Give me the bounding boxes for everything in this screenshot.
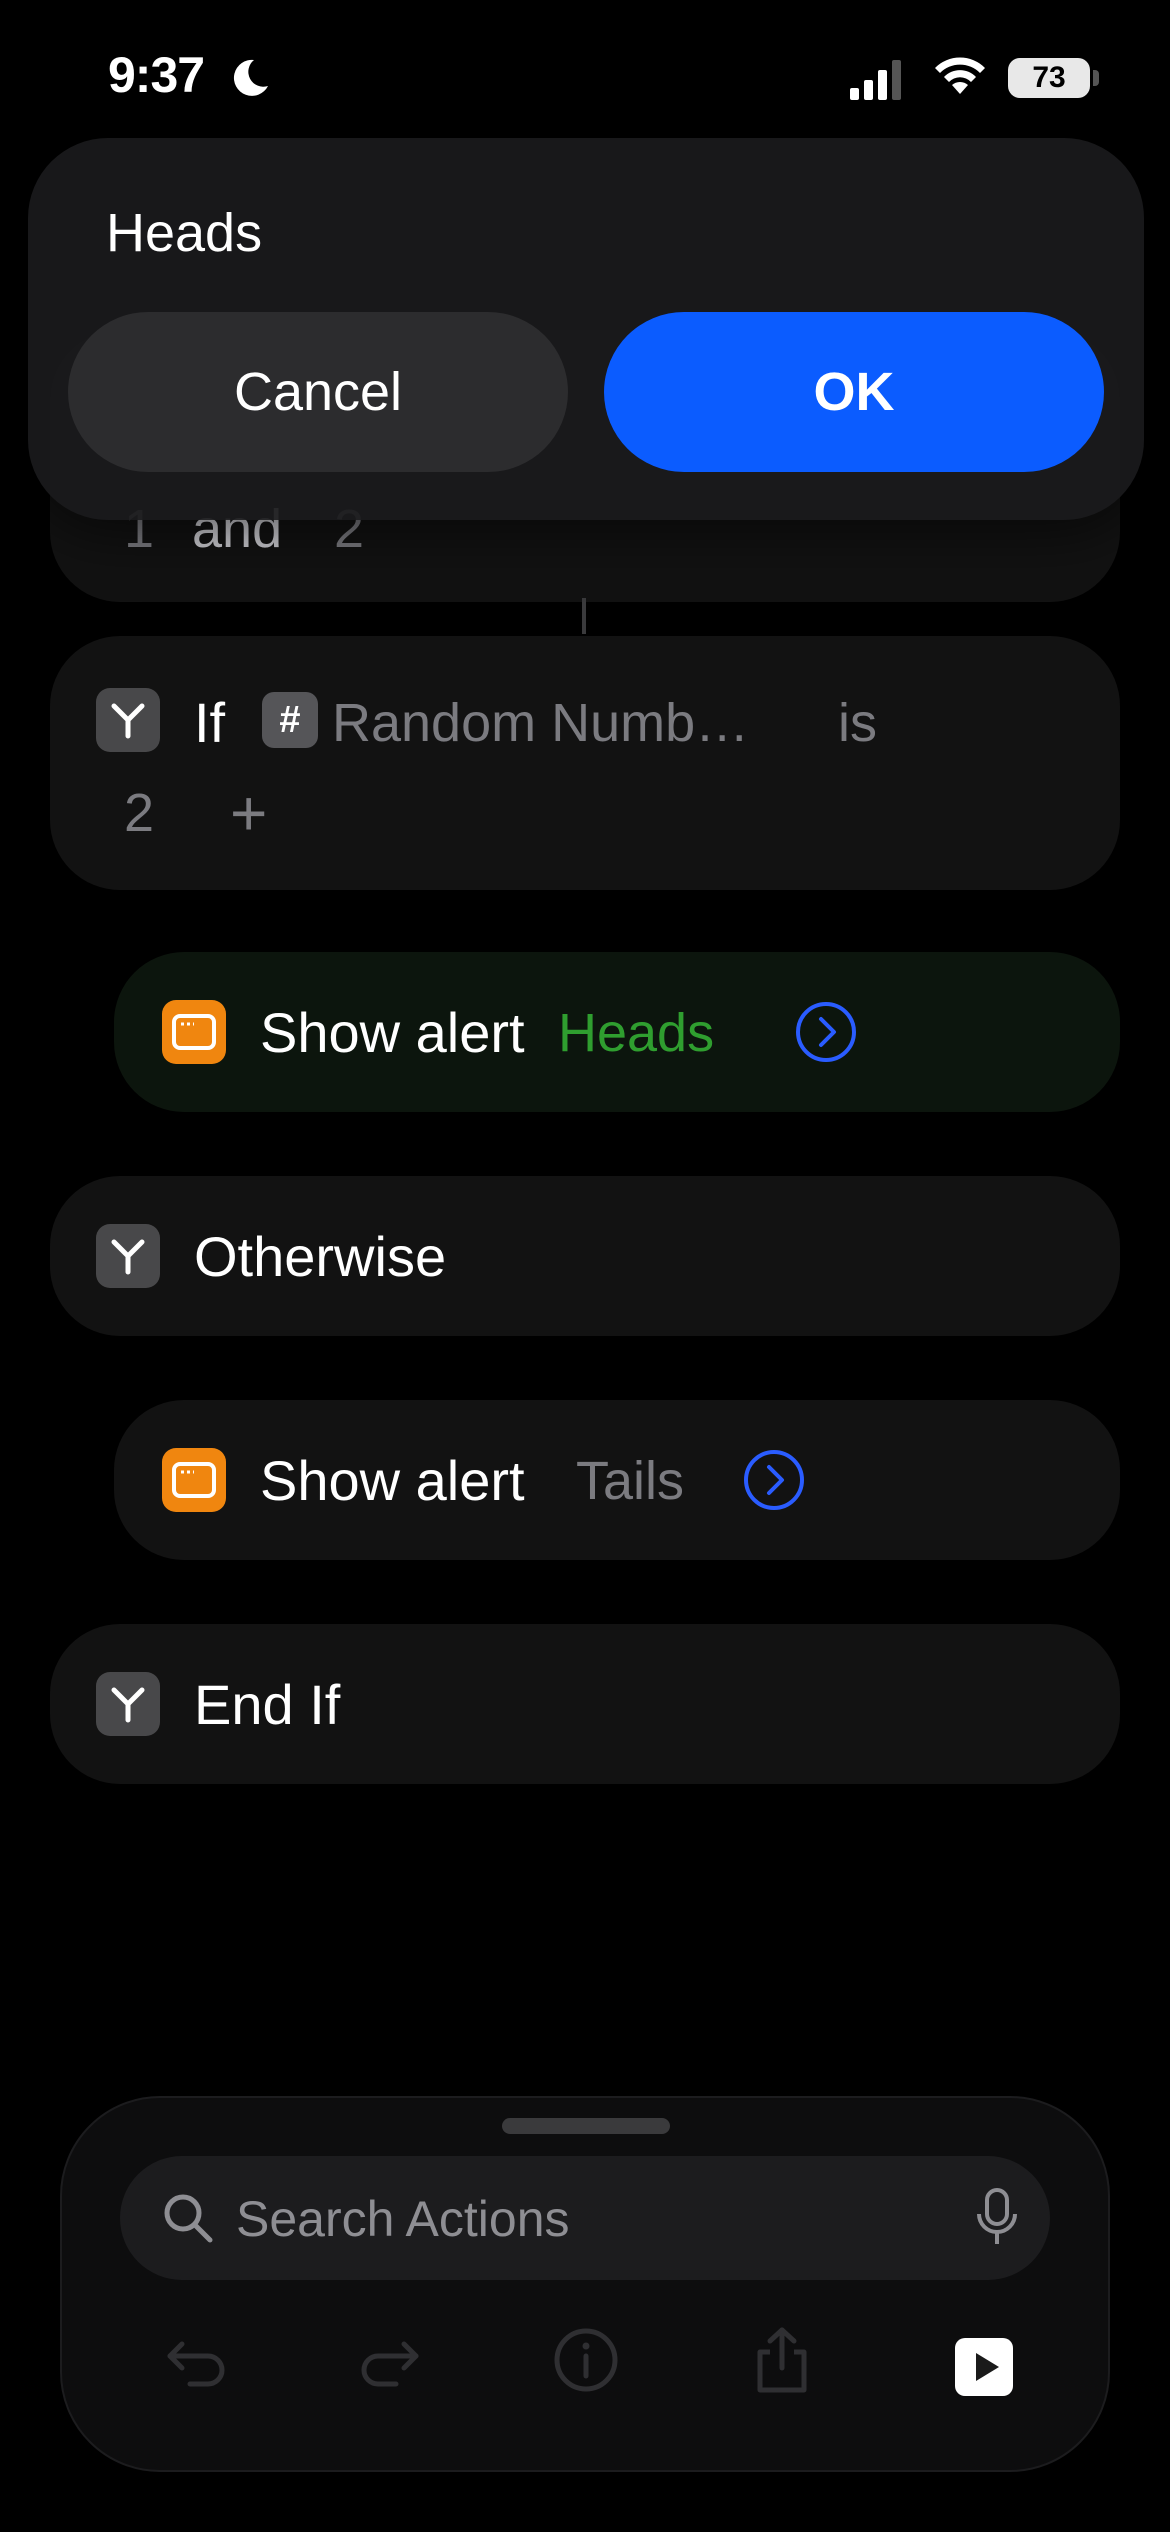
alert-message-token-heads[interactable]: Heads — [558, 1002, 714, 1064]
step-connector — [582, 598, 586, 634]
show-alert-label: Show alert — [260, 1001, 525, 1064]
end-if-label: End If — [194, 1673, 341, 1736]
chevron-right-circle-icon[interactable] — [742, 1448, 806, 1512]
add-condition-button[interactable]: + — [230, 776, 267, 850]
alert-message: Heads — [106, 203, 263, 263]
alert-window-icon — [162, 1448, 226, 1512]
branch-icon — [96, 688, 160, 752]
branch-icon — [96, 1672, 160, 1736]
number-variable-icon: # — [262, 692, 318, 748]
search-placeholder: Search Actions — [236, 2191, 570, 2247]
microphone-icon[interactable] — [972, 2186, 1022, 2250]
battery-indicator: 73 — [1008, 58, 1090, 98]
action-card-if[interactable]: If # Random Numb… is 2 + — [50, 636, 1120, 890]
moon-icon — [233, 59, 268, 96]
battery-level: 73 — [1032, 61, 1066, 94]
info-icon[interactable] — [550, 2324, 622, 2396]
search-actions-field[interactable]: Search Actions — [120, 2156, 1050, 2280]
chevron-right-circle-icon[interactable] — [794, 1000, 858, 1064]
action-card-otherwise[interactable]: Otherwise — [50, 1176, 1120, 1336]
status-bar: 9:37 73 — [0, 0, 1170, 150]
action-search-sheet: Search Actions — [60, 2096, 1110, 2472]
otherwise-label: Otherwise — [194, 1225, 447, 1288]
cellular-signal-icon — [850, 60, 901, 100]
if-keyword: If — [194, 691, 226, 754]
wifi-icon — [935, 57, 985, 94]
alert-message-token-tails[interactable]: Tails — [576, 1450, 684, 1512]
alert-dialog: Heads Cancel OK — [28, 138, 1144, 520]
share-icon[interactable] — [746, 2324, 818, 2396]
alert-window-icon — [162, 1000, 226, 1064]
search-icon — [164, 2194, 213, 2243]
play-icon[interactable] — [955, 2338, 1013, 2396]
if-value[interactable]: 2 — [124, 782, 154, 844]
if-variable-token[interactable]: Random Numb… — [332, 692, 749, 754]
if-operator[interactable]: is — [838, 692, 877, 754]
ok-button[interactable]: OK — [604, 312, 1104, 472]
branch-icon — [96, 1224, 160, 1288]
status-time: 9:37 — [108, 47, 205, 103]
cancel-button[interactable]: Cancel — [68, 312, 568, 472]
undo-icon[interactable] — [160, 2324, 232, 2396]
battery-tip — [1093, 70, 1099, 86]
action-card-show-alert-heads[interactable]: Show alert Heads — [114, 952, 1120, 1112]
redo-icon[interactable] — [354, 2324, 426, 2396]
sheet-grabber[interactable] — [502, 2118, 670, 2134]
show-alert-label: Show alert — [260, 1449, 525, 1512]
action-card-show-alert-tails[interactable]: Show alert Tails — [114, 1400, 1120, 1560]
action-card-end-if[interactable]: End If — [50, 1624, 1120, 1784]
